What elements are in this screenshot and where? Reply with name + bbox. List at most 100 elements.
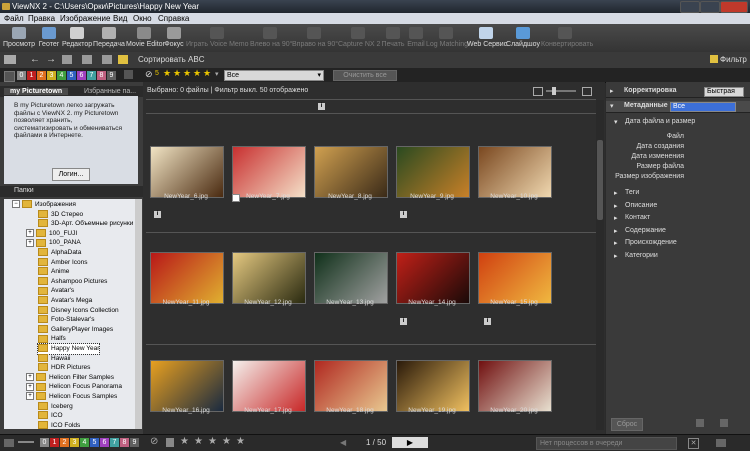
slider-handle[interactable] <box>552 87 556 95</box>
label-menu-icon[interactable] <box>124 70 133 79</box>
cancel-process-icon[interactable]: ✕ <box>688 438 699 449</box>
category-expander-icon[interactable]: ▸ <box>614 189 618 197</box>
label-8[interactable]: 8 <box>97 71 106 80</box>
folder-item[interactable]: +100_PANA <box>26 238 81 248</box>
label-3[interactable]: 3 <box>47 71 56 80</box>
expand-icon[interactable]: + <box>26 392 34 401</box>
thumbnail-image[interactable] <box>314 360 388 412</box>
folder-item[interactable]: Iceberg <box>38 401 73 412</box>
folder-item[interactable]: Halfs <box>38 334 66 344</box>
folder-item[interactable]: Hawaii <box>38 353 71 364</box>
menu-view[interactable]: Вид <box>113 14 127 23</box>
section-expander-icon[interactable]: ▾ <box>614 118 618 126</box>
folder-item[interactable]: +100_FUJI <box>26 229 77 239</box>
folder-item[interactable]: 3D Стерео <box>38 209 83 220</box>
view-mode-icon[interactable] <box>533 87 543 96</box>
expand-icon[interactable]: + <box>26 373 34 382</box>
metadata-select[interactable]: Все <box>670 102 736 112</box>
thumbnail-image[interactable] <box>232 252 306 304</box>
forward-arrow-icon[interactable]: → <box>46 54 56 65</box>
select-checkbox[interactable] <box>232 194 240 202</box>
metadata-section[interactable]: Дата файла и размер <box>625 118 695 125</box>
star-icon[interactable]: ★ <box>193 68 201 79</box>
collapse-icon[interactable]: − <box>12 200 20 209</box>
login-button[interactable]: Логин... <box>52 168 90 181</box>
thumbnail-size-slider[interactable] <box>546 90 576 92</box>
label-swatch[interactable]: 1 <box>50 438 59 447</box>
next-button[interactable]: ▶ <box>392 437 428 448</box>
sort-dropdown[interactable]: Сортировать ABC <box>138 55 204 64</box>
thumbnail-image[interactable] <box>396 252 470 304</box>
info-icon[interactable]: i <box>484 318 491 325</box>
folder-item[interactable]: Foto-Stalevar's <box>38 315 95 325</box>
info-icon[interactable]: i <box>400 318 407 325</box>
save-metadata-icon[interactable] <box>696 419 704 427</box>
folder-item[interactable]: HDR Pictures <box>38 363 90 373</box>
expand-icon[interactable]: ▾ <box>610 102 614 110</box>
rating-dropdown-icon[interactable]: ▾ <box>215 70 221 79</box>
tab-my-picturetown[interactable]: my Picturetown <box>4 88 69 95</box>
thumbnail-image[interactable] <box>314 146 388 198</box>
thumbnail-image[interactable] <box>478 252 552 304</box>
delete-metadata-icon[interactable] <box>720 419 728 427</box>
thumbnail-image[interactable] <box>314 252 388 304</box>
thumbnail-image[interactable] <box>396 360 470 412</box>
folder-item[interactable]: Happy New Year <box>36 343 101 355</box>
print-button[interactable]: Печать <box>380 24 406 52</box>
geotag-button[interactable]: Геотег <box>36 24 62 52</box>
info-icon[interactable]: i <box>154 211 161 218</box>
grid-view-icon[interactable] <box>4 55 16 64</box>
category-expander-icon[interactable]: ▸ <box>614 214 618 222</box>
reset-button[interactable]: Сброс <box>611 418 643 431</box>
clear-all-button[interactable]: Очистить все <box>333 70 397 81</box>
star-icon[interactable]: ★ <box>208 436 217 447</box>
rating-filter-select[interactable]: Все ▾ <box>224 70 324 81</box>
star-icon[interactable]: ★ <box>236 436 245 447</box>
no-rating-icon[interactable]: ⊘ <box>145 69 153 80</box>
transfer-button[interactable]: Передача <box>93 24 125 52</box>
refresh-icon[interactable] <box>82 55 92 64</box>
star-icon[interactable]: ★ <box>194 436 203 447</box>
info-icon[interactable]: i <box>400 211 407 218</box>
label-swatch[interactable]: 3 <box>70 438 79 447</box>
metadata-category[interactable]: Содержание <box>625 227 666 234</box>
panel-toggle-icon[interactable] <box>4 439 14 447</box>
label-swatch[interactable]: 5 <box>90 438 99 447</box>
category-expander-icon[interactable]: ▸ <box>614 239 618 247</box>
label-swatch[interactable]: 4 <box>80 438 89 447</box>
label-2[interactable]: 2 <box>37 71 46 80</box>
label-none-swatch[interactable] <box>4 71 15 82</box>
movie-editor-button[interactable]: Movie Editor <box>126 24 165 52</box>
folder-item[interactable]: 3D-Арт. Объемные рисунки <box>38 219 133 229</box>
star-icon[interactable]: ★ <box>173 68 181 79</box>
star-icon[interactable]: ★ <box>222 436 231 447</box>
tree-scrollbar[interactable] <box>135 199 142 429</box>
thumbnail-image[interactable] <box>396 146 470 198</box>
label-9[interactable]: 9 <box>107 71 116 80</box>
menu-image[interactable]: Изображение <box>60 14 110 23</box>
label-6[interactable]: 6 <box>77 71 86 80</box>
maximize-button[interactable] <box>700 1 720 13</box>
expand-icon[interactable]: + <box>26 382 34 391</box>
folder-item[interactable]: Avatar's <box>38 286 74 296</box>
folder-item[interactable]: Ashampoo Pictures <box>38 277 107 287</box>
label-7[interactable]: 7 <box>87 71 96 80</box>
label-4[interactable]: 4 <box>57 71 66 80</box>
label-1[interactable]: 1 <box>27 71 36 80</box>
folder-item[interactable]: − Изображения <box>12 200 76 210</box>
menu-window[interactable]: Окно <box>133 14 152 23</box>
filter-button[interactable]: Фильтр <box>720 55 747 64</box>
label-swatch[interactable]: 0 <box>40 438 49 447</box>
scroll-thumb[interactable] <box>597 140 603 220</box>
panel-toggle-right-icon[interactable] <box>716 439 726 447</box>
folder-item[interactable]: Amber Icons <box>38 257 88 268</box>
editor-button[interactable]: Редактор <box>62 24 92 52</box>
metadata-category[interactable]: Происхождение <box>625 239 677 246</box>
star-icon[interactable]: ★ <box>163 68 171 79</box>
thumbnail-scrollbar[interactable] <box>596 100 604 430</box>
close-button[interactable] <box>720 1 748 13</box>
thumbnail-image[interactable] <box>232 360 306 412</box>
trash-icon[interactable] <box>166 438 174 447</box>
folder-item[interactable]: GalleryPlayer Images <box>38 325 113 335</box>
folder-item[interactable]: ICO Folds <box>38 421 80 429</box>
